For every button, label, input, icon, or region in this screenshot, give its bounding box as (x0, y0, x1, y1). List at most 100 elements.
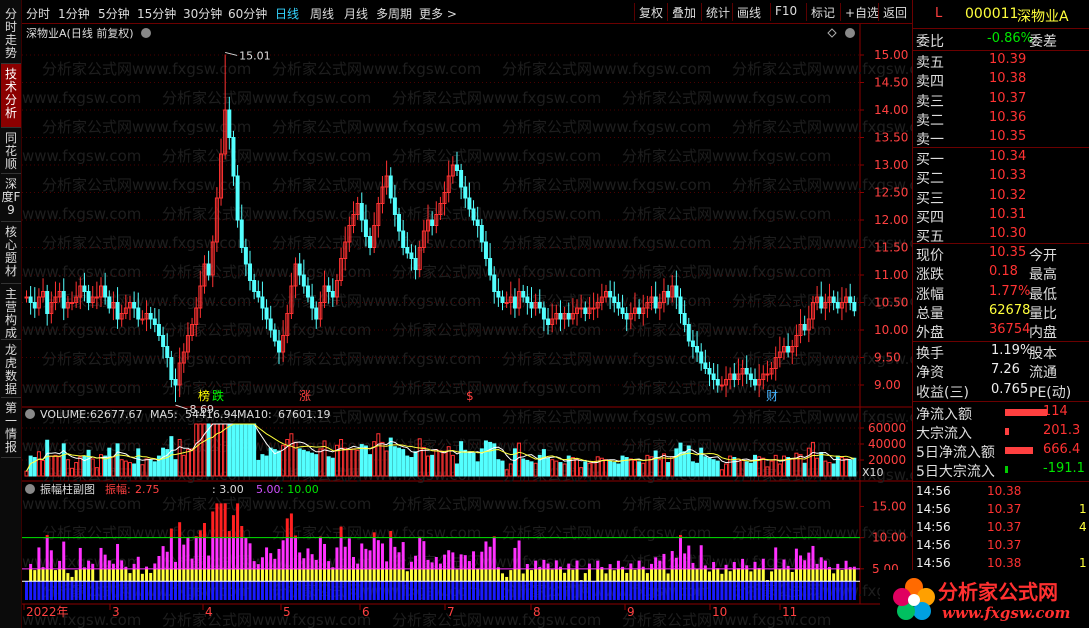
period-6[interactable]: 日线 (275, 5, 299, 22)
osc-bar-mid (484, 568, 488, 582)
osc-bar-mid (521, 573, 525, 582)
nav-tab-5[interactable]: 主营构成 (1, 284, 21, 340)
volume-bar (136, 448, 141, 477)
osc-bar-mid (525, 568, 529, 582)
osc-bar-base (670, 581, 674, 600)
volume-menu-icon[interactable] (25, 409, 35, 419)
osc-bar-high (120, 560, 124, 569)
volume-bar (227, 423, 232, 477)
toolbar-button-5[interactable]: 标记 (806, 3, 839, 21)
osc-bar-high (679, 537, 682, 569)
candle-body (260, 296, 265, 309)
osc-bar-mid (385, 568, 389, 582)
osc-bar-base (33, 581, 37, 600)
flow-bar-3 (1005, 466, 1008, 473)
dropdown-icon[interactable] (141, 28, 151, 38)
period-2[interactable]: 5分钟 (98, 5, 130, 22)
osc-bar-mid (778, 568, 782, 582)
osc-bar-base (211, 581, 215, 600)
osc-bar-mid (302, 568, 306, 582)
period-0[interactable]: 分时 (26, 5, 50, 22)
candle-body (136, 307, 141, 320)
volume-bar (169, 436, 174, 477)
tick-price-2: 10.37 (987, 520, 1022, 534)
period-5[interactable]: 60分钟 (228, 5, 267, 22)
candle-body (256, 291, 261, 298)
osc-bar-high (376, 540, 380, 569)
osc-bar-base (78, 581, 82, 600)
osc-bar-mid (327, 568, 331, 582)
osc-bar-mid (116, 568, 120, 582)
high-label: 15.01 (239, 49, 270, 62)
ask-label-2: 卖三 (916, 93, 944, 110)
osc-bar-mid (691, 568, 695, 582)
bid-label-3: 买四 (916, 209, 944, 226)
period-1[interactable]: 1分钟 (58, 5, 90, 22)
toolbar-button-4[interactable]: F10 (770, 3, 801, 21)
osc-bar-high (745, 565, 749, 569)
osc-axis-label: 10.00 (872, 531, 906, 545)
tick-price-3: 10.37 (987, 538, 1022, 552)
osc-bar-mid (157, 568, 161, 582)
candle-body (467, 197, 472, 210)
osc-bar-mid (683, 568, 687, 582)
osc-bar-top (285, 518, 289, 538)
period-7[interactable]: 周线 (310, 5, 334, 22)
nav-tab-1[interactable]: 技术分析 (1, 64, 21, 128)
toolbar-button-0[interactable]: 复权 (634, 3, 667, 21)
x-axis-label: 8 (533, 605, 541, 619)
toolbar-button-1[interactable]: 叠加 (667, 3, 700, 21)
quote-panel: L 000011 深物业A 委比 -0.86% 委差 卖五 10.39 卖四 10.3… (912, 0, 1089, 628)
volume-bar (682, 451, 687, 477)
volume-bar (852, 457, 857, 477)
watermark-text: 分析家公式网www.fxgsw.com (502, 408, 711, 426)
osc-bar-high (372, 537, 376, 569)
osc-bar-high (302, 558, 306, 569)
toolbar-button-3[interactable]: 画线 (732, 3, 765, 21)
period-9[interactable]: 多周期 (376, 5, 412, 22)
candle-body (591, 307, 596, 310)
osc-menu-icon[interactable] (25, 484, 35, 494)
nav-tab-6[interactable]: 龙虎数据 (1, 340, 21, 398)
osc-bar-mid (480, 568, 484, 582)
osc-bar-high (703, 565, 707, 569)
candle-body (401, 230, 406, 248)
ma5-value: 54416.94 (185, 408, 238, 421)
weibi-value: -0.86% (987, 31, 1033, 46)
osc-bar-base (691, 581, 695, 600)
osc-bar-mid (496, 568, 500, 582)
candle-body (276, 340, 281, 353)
nav-tab-0[interactable]: 分时走势 (1, 4, 21, 64)
chart-area[interactable]: 分析家公式网www.fxgsw.com 分析家公式网www.fxgsw.com 分析… (22, 24, 912, 628)
period-3[interactable]: 15分钟 (137, 5, 176, 22)
watermark-text: 分析家公式网www.fxgsw.com (42, 118, 251, 136)
period-4[interactable]: 30分钟 (183, 5, 222, 22)
candle-body (802, 324, 807, 331)
volume-bar (707, 457, 712, 477)
osc-bar-mid (629, 568, 633, 582)
volume-bar (831, 463, 836, 477)
nav-tab-7[interactable]: 第一情报 (1, 398, 21, 458)
tick-time-1: 14:56 (916, 502, 951, 516)
toolbar-button-7[interactable]: 返回 (878, 3, 911, 21)
volume-axis-label: 40000 (868, 437, 906, 451)
nav-tab-3[interactable]: 深度F9 (1, 174, 21, 222)
osc-bar-mid (186, 568, 190, 582)
event-marker-2: 涨 (299, 388, 311, 403)
period-10[interactable]: 更多 > (419, 5, 457, 22)
volume-bar (753, 454, 757, 477)
watermark-text: 分析家公式网www.fxgsw.com (42, 60, 251, 78)
osc-bar-base (153, 581, 157, 600)
price-axis-label: 12.00 (874, 213, 908, 227)
volume-bar (388, 437, 393, 477)
toolbar-button-6[interactable]: +自选 (840, 3, 883, 21)
osc-bar-mid (741, 568, 745, 582)
candle-body (231, 137, 236, 177)
panel-menu-icon[interactable] (845, 28, 855, 38)
osc-bar-high (430, 562, 434, 569)
toolbar-button-2[interactable]: 统计 (701, 3, 734, 21)
period-8[interactable]: 月线 (344, 5, 368, 22)
nav-tab-2[interactable]: 同花顺 (1, 128, 21, 174)
osc-bar-mid (828, 568, 832, 582)
nav-tab-4[interactable]: 核心题材 (1, 222, 21, 284)
